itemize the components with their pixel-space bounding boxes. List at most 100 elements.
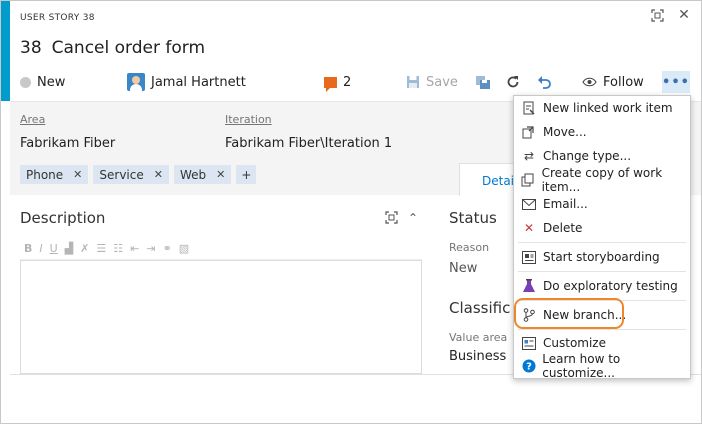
menu-item-learn-customize[interactable]: ? Learn how to customize... [514,352,690,380]
refresh-icon [507,76,519,88]
iteration-field[interactable]: Fabrikam Fiber\Iteration 1 [225,136,392,151]
menu-item-label: Do exploratory testing [543,279,678,293]
reason-label: Reason [449,241,490,254]
remove-tag-icon[interactable]: ✕ [73,168,82,181]
description-controls: ⌃ [385,211,418,225]
menu-item-change-type[interactable]: ⇄ Change type... [514,145,690,167]
undo-button[interactable] [537,71,552,93]
rich-text-toolbar: B I U ▟ ✗ ☰ ☷ ⇤ ⇥ ⚭ ▧ [20,238,422,260]
reason-field[interactable]: New [449,261,477,276]
link-icon[interactable]: ⚭ [163,242,172,255]
increase-indent-icon[interactable]: ⇥ [146,242,155,255]
menu-separator [518,271,686,272]
menu-item-label: Start storyboarding [543,250,660,264]
save-close-icon [476,75,490,89]
menu-item-move[interactable]: Move... [514,121,690,143]
underline-icon[interactable]: U [50,242,58,255]
menu-item-start-storyboarding[interactable]: Start storyboarding [514,246,690,268]
save-and-close-button[interactable] [475,71,491,93]
tag-label: Phone [26,167,64,182]
avatar [127,73,145,91]
menu-separator [518,329,686,330]
italic-icon[interactable]: I [39,242,42,255]
status-heading: Status [449,209,497,227]
area-field[interactable]: Fabrikam Fiber [20,136,115,151]
maximize-section-icon[interactable] [385,211,398,224]
area-label: Area [20,113,46,126]
assigned-to-name: Jamal Hartnett [151,74,246,90]
customize-icon [521,335,537,351]
work-item-toolbar: New Jamal Hartnett 2 Save Follow ••• [20,71,700,93]
menu-item-exploratory-testing[interactable]: Do exploratory testing [514,275,690,297]
work-item-title[interactable]: 38 Cancel order form [20,38,205,58]
assigned-to-field[interactable]: Jamal Hartnett [127,71,246,93]
follow-button[interactable]: Follow [582,71,644,93]
linked-work-item-icon [521,100,537,116]
menu-item-customize[interactable]: Customize [514,332,690,354]
more-actions-button[interactable]: ••• [662,71,690,93]
bullet-list-icon[interactable]: ☰ [96,242,106,255]
menu-item-label: New linked work item [543,101,673,115]
eye-icon [582,77,597,87]
value-area-label: Value area [449,331,508,344]
tag-phone[interactable]: Phone ✕ [20,165,89,184]
menu-item-label: Delete [543,221,583,235]
collapse-section-icon[interactable]: ⌃ [408,211,418,225]
work-item-title-text[interactable]: Cancel order form [52,38,205,58]
description-heading: Description [20,209,106,227]
tag-list: Phone ✕ Service ✕ Web ✕ + [20,165,257,184]
change-type-icon: ⇄ [523,149,535,163]
menu-item-delete[interactable]: ✕ Delete [514,217,690,239]
menu-item-label: Email... [543,197,588,211]
menu-item-create-copy[interactable]: Create copy of work item... [514,166,690,194]
help-icon: ? [521,358,536,374]
tab-details[interactable]: Detai [459,163,519,196]
menu-item-label: Create copy of work item... [541,166,663,194]
save-button[interactable]: Save [406,71,458,93]
work-item-type-label: USER STORY 38 [20,13,95,23]
more-actions-menu: New linked work item Move... ⇄ Change ty… [513,95,691,380]
add-tag-button[interactable]: + [236,165,257,184]
state-dot-icon [20,76,31,88]
comments-button[interactable]: 2 [324,71,351,93]
highlight-icon[interactable]: ▟ [65,242,73,255]
delete-icon: ✕ [523,221,535,235]
bold-icon[interactable]: B [24,242,32,255]
font-color-icon[interactable]: ✗ [80,242,89,255]
close-icon[interactable]: ✕ [676,7,692,23]
tag-service[interactable]: Service ✕ [93,165,169,184]
decrease-indent-icon[interactable]: ⇤ [130,242,139,255]
callout-highlight [514,298,624,329]
comment-count: 2 [343,74,352,90]
menu-item-new-linked-work-item[interactable]: New linked work item [514,97,690,119]
maximize-icon[interactable] [649,7,665,23]
image-icon[interactable]: ▧ [179,242,189,255]
save-icon [407,76,419,88]
tag-web[interactable]: Web ✕ [173,165,232,184]
copy-icon [521,172,536,188]
remove-tag-icon[interactable]: ✕ [154,168,163,181]
value-area-field[interactable]: Business [449,349,506,364]
menu-item-label: Change type... [543,149,632,163]
follow-label: Follow [603,74,644,90]
tag-label: Web [179,167,207,182]
description-editor[interactable] [20,260,422,374]
iteration-label: Iteration [225,113,272,126]
work-item-color-bar [1,1,10,101]
refresh-button[interactable] [506,71,520,93]
classification-heading: Classific [449,299,511,317]
flask-icon [521,278,537,294]
menu-separator [518,242,686,243]
numbered-list-icon[interactable]: ☷ [113,242,123,255]
menu-item-label: Learn how to customize... [542,352,621,380]
comment-icon [324,76,337,92]
state-value: New [37,74,66,90]
state-dropdown[interactable]: New [20,71,65,93]
svg-text:?: ? [526,362,532,373]
menu-item-email[interactable]: Email... [514,193,690,215]
save-label: Save [426,74,458,90]
work-item-id: 38 [20,38,42,58]
storyboard-icon [521,249,537,265]
remove-tag-icon[interactable]: ✕ [216,168,225,181]
menu-item-label: Customize [543,336,606,350]
